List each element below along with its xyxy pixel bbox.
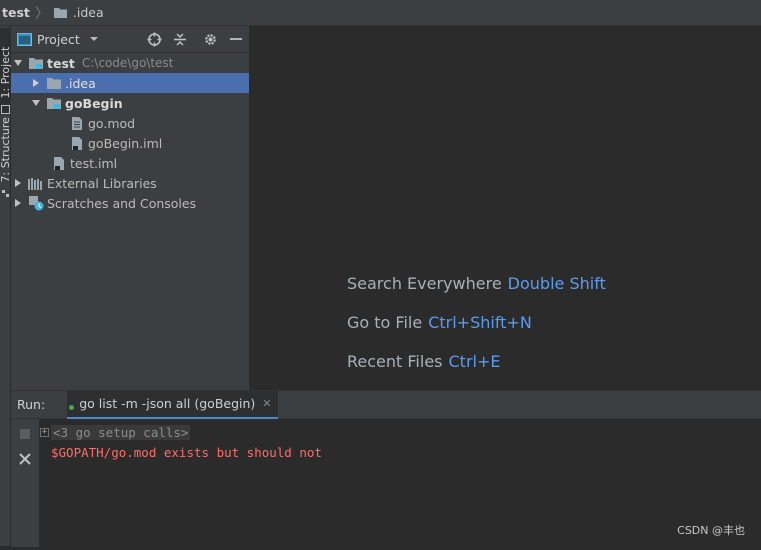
- run-side-toolbar: [11, 419, 39, 547]
- tree-item-scratches[interactable]: Scratches and Consoles: [11, 193, 249, 213]
- expand-arrow-icon[interactable]: [13, 53, 23, 73]
- run-console[interactable]: + <3 go setup calls> $GOPATH/go.mod exis…: [40, 419, 740, 550]
- iml-file-icon: [51, 155, 67, 171]
- breadcrumb-folder-label: .idea: [72, 5, 104, 20]
- tree-item-gobegin[interactable]: goBegin: [11, 93, 249, 113]
- hint-shortcut[interactable]: Ctrl+Shift+N: [428, 313, 532, 332]
- folder-icon: [46, 75, 62, 91]
- project-tree: test C:\code\go\test .idea goBegin go.mo…: [11, 53, 249, 213]
- hint-label: Go to File: [347, 313, 423, 332]
- hint-go-to-file: Go to File Ctrl+Shift+N: [347, 313, 532, 332]
- run-status-icon: [69, 405, 75, 410]
- chevron-down-icon: [89, 37, 98, 41]
- collapsed-arrow-icon[interactable]: [13, 173, 23, 193]
- expand-fold-icon[interactable]: +: [40, 427, 49, 437]
- hint-search-everywhere: Search Everywhere Double Shift: [347, 274, 606, 293]
- tree-item-label: go.mod: [88, 115, 136, 131]
- text-file-icon: [69, 115, 85, 131]
- collapse-all-button[interactable]: [167, 28, 193, 50]
- hint-label: Search Everywhere: [347, 274, 502, 293]
- tree-item-label: test.iml: [70, 155, 118, 171]
- run-tab-label: go list -m -json all (goBegin): [79, 396, 256, 411]
- hint-label: Recent Files: [347, 352, 443, 371]
- tree-item-gobegin-iml[interactable]: goBegin.iml: [11, 133, 249, 153]
- tree-item-idea[interactable]: .idea: [11, 73, 249, 93]
- structure-tool-icon: [2, 190, 10, 197]
- tree-item-label: External Libraries: [47, 175, 157, 191]
- tree-item-go-mod[interactable]: go.mod: [11, 113, 249, 133]
- tree-item-label: .idea: [65, 75, 96, 91]
- collapse-all-icon: [174, 32, 186, 46]
- tree-item-external-libraries[interactable]: External Libraries: [11, 173, 249, 193]
- left-tool-strip: 1: Project 7: Structure: [0, 26, 12, 546]
- run-tab[interactable]: go list -m -json all (goBegin) ✕: [67, 390, 278, 419]
- stop-button[interactable]: [20, 429, 30, 439]
- console-folded-line[interactable]: + <3 go setup calls>: [40, 422, 740, 442]
- tree-item-label: Scratches and Consoles: [47, 195, 197, 211]
- collapsed-arrow-icon[interactable]: [13, 193, 23, 213]
- folded-text: <3 go setup calls>: [51, 424, 191, 440]
- tree-item-label: test: [47, 55, 75, 71]
- tree-item-label: goBegin: [65, 95, 123, 111]
- close-run-button[interactable]: [17, 451, 33, 467]
- hint-shortcut[interactable]: Ctrl+E: [449, 352, 501, 371]
- tree-item-label: goBegin.iml: [88, 135, 163, 151]
- folder-icon: [53, 8, 67, 18]
- tab-structure-tool[interactable]: 7: Structure: [0, 117, 12, 198]
- expand-arrow-icon[interactable]: [31, 93, 41, 113]
- tree-item-test[interactable]: test C:\code\go\test: [11, 53, 249, 73]
- breadcrumb-separator-icon: 〉: [34, 5, 49, 22]
- settings-button[interactable]: [197, 28, 223, 50]
- hint-recent-files: Recent Files Ctrl+E: [347, 352, 500, 371]
- iml-file-icon: [69, 135, 85, 151]
- project-panel: Project test C:\code\go\test .idea goBeg…: [11, 26, 250, 390]
- navigation-bar: test 〉 .idea: [0, 0, 761, 26]
- minimize-icon: [230, 38, 242, 40]
- gear-icon: [204, 33, 216, 45]
- close-icon: [19, 453, 31, 465]
- project-view-label: Project: [37, 31, 80, 47]
- project-toolbar: Project: [11, 26, 249, 53]
- breadcrumb-project[interactable]: test: [0, 0, 30, 26]
- error-text: $GOPATH/go.mod exists but should not: [51, 444, 322, 460]
- tree-item-path: C:\code\go\test: [81, 56, 174, 70]
- breadcrumb-project-label: test: [2, 5, 30, 20]
- project-tool-icon: [1, 105, 11, 114]
- hide-panel-button[interactable]: [223, 28, 249, 50]
- crosshair-icon: [147, 32, 161, 46]
- module-folder-icon: [46, 95, 62, 111]
- editor-area: Search Everywhere Double Shift Go to File…: [251, 26, 761, 390]
- run-label: Run:: [17, 397, 46, 412]
- project-view-selector[interactable]: Project: [17, 32, 100, 47]
- watermark: CSDN @丰也: [677, 524, 745, 537]
- console-error-line: $GOPATH/go.mod exists but should not: [40, 442, 740, 462]
- breadcrumb-folder[interactable]: .idea: [53, 0, 104, 26]
- close-icon[interactable]: ✕: [262, 397, 271, 410]
- scratches-icon: [28, 195, 44, 211]
- locate-button[interactable]: [141, 28, 167, 50]
- tree-item-test-iml[interactable]: test.iml: [11, 153, 249, 173]
- tab-project-tool[interactable]: 1: Project: [0, 28, 12, 114]
- hint-shortcut[interactable]: Double Shift: [508, 274, 606, 293]
- project-window-icon: [17, 32, 32, 46]
- module-folder-icon: [28, 55, 44, 71]
- run-panel: Run: go list -m -json all (goBegin) ✕ + …: [11, 390, 761, 547]
- run-header: Run: go list -m -json all (goBegin) ✕: [11, 390, 761, 419]
- collapsed-arrow-icon[interactable]: [31, 73, 41, 93]
- library-icon: [28, 175, 44, 191]
